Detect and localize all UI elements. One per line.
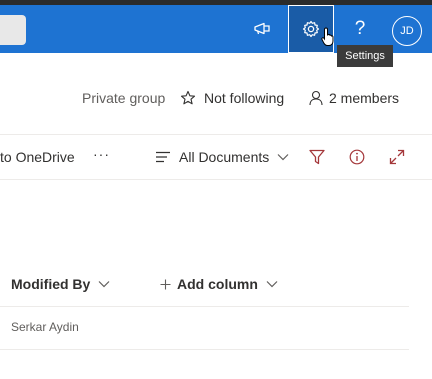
expand-icon xyxy=(389,149,405,165)
follow-button[interactable]: Not following xyxy=(180,90,284,106)
avatar[interactable]: JD xyxy=(392,16,422,46)
list-view-icon xyxy=(156,151,170,163)
info-button[interactable] xyxy=(346,147,368,167)
avatar-initials: JD xyxy=(400,25,414,37)
column-label: Modified By xyxy=(11,276,91,292)
filter-icon xyxy=(309,149,325,165)
add-column-label: Add column xyxy=(177,276,258,292)
view-selector[interactable]: All Documents xyxy=(155,149,289,165)
help-icon: ? xyxy=(354,18,366,39)
more-icon: ··· xyxy=(93,146,110,162)
members-button[interactable]: 2 members xyxy=(309,90,399,106)
chevron-down-icon xyxy=(266,281,278,288)
copy-to-label: to OneDrive xyxy=(0,149,75,165)
info-icon xyxy=(349,149,365,165)
column-header-modified-by[interactable]: Modified By xyxy=(11,276,110,292)
row-divider xyxy=(0,349,409,350)
star-icon xyxy=(180,90,196,105)
chevron-down-icon xyxy=(277,154,289,161)
expand-button[interactable] xyxy=(386,147,408,167)
gear-icon xyxy=(302,20,320,38)
plus-icon xyxy=(160,279,171,289)
view-label: All Documents xyxy=(179,149,270,165)
settings-tooltip: Settings xyxy=(337,45,393,67)
help-button[interactable]: ? xyxy=(346,14,374,44)
more-options-button[interactable]: ··· xyxy=(93,146,110,162)
follow-label: Not following xyxy=(204,90,285,106)
search-box[interactable] xyxy=(0,15,26,45)
chevron-down-icon xyxy=(98,281,110,288)
person-icon xyxy=(309,90,323,106)
modified-by-cell: Serkar Aydin xyxy=(11,320,79,334)
add-column-button[interactable]: Add column xyxy=(160,276,278,292)
filter-button[interactable] xyxy=(306,147,328,167)
group-privacy: Private group xyxy=(82,90,166,106)
copy-to-onedrive-button[interactable]: to OneDrive xyxy=(0,149,75,165)
megaphone-icon[interactable] xyxy=(248,15,276,43)
members-label: 2 members xyxy=(329,90,400,106)
mouse-cursor-icon xyxy=(321,27,337,52)
